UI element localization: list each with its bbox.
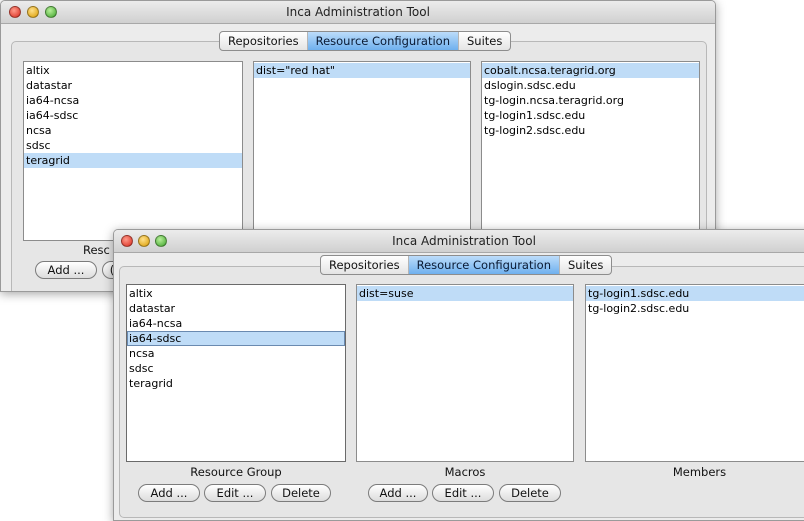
resource-group-item[interactable]: ia64-sdsc xyxy=(127,331,345,346)
tab-resource-configuration[interactable]: Resource Configuration xyxy=(307,32,459,50)
resource-group-list[interactable]: altix datastar ia64-ncsa ia64-sdsc ncsa sdsc t… xyxy=(126,284,346,462)
macro-item[interactable]: dist="red hat" xyxy=(254,63,470,78)
resource-group-item[interactable]: ncsa xyxy=(127,346,345,361)
tab-resource-configuration[interactable]: Resource Configuration xyxy=(408,256,560,274)
members-caption: Members xyxy=(672,465,727,479)
member-item[interactable]: tg-login2.sdsc.edu xyxy=(586,301,804,316)
macros-caption: Macros xyxy=(444,465,486,479)
tab-bar: Repositories Resource Configuration Suit… xyxy=(320,255,613,275)
resource-group-item[interactable]: ia64-ncsa xyxy=(24,93,242,108)
back-titlebar[interactable]: Inca Administration Tool xyxy=(1,1,715,24)
resource-group-list[interactable]: altix datastar ia64-ncsa ia64-sdsc ncsa sdsc t… xyxy=(23,61,243,241)
member-item[interactable]: tg-login.ncsa.teragrid.org xyxy=(482,93,699,108)
resource-group-caption: Resource Group xyxy=(190,465,282,479)
tab-suites[interactable]: Suites xyxy=(459,32,510,50)
resource-group-item[interactable]: sdsc xyxy=(24,138,242,153)
window-title: Inca Administration Tool xyxy=(392,234,536,248)
macro-item[interactable]: dist=suse xyxy=(357,286,573,301)
tab-bar: Repositories Resource Configuration Suit… xyxy=(219,31,512,51)
resource-group-item[interactable]: altix xyxy=(127,286,345,301)
resource-group-item[interactable]: ia64-sdsc xyxy=(24,108,242,123)
resource-group-item[interactable]: altix xyxy=(24,63,242,78)
tab-suites[interactable]: Suites xyxy=(560,256,611,274)
front-titlebar[interactable]: Inca Administration Tool xyxy=(114,230,804,253)
tab-repositories[interactable]: Repositories xyxy=(321,256,409,274)
member-item[interactable]: tg-login1.sdsc.edu xyxy=(586,286,804,301)
member-item[interactable]: tg-login1.sdsc.edu xyxy=(482,108,699,123)
resource-group-item[interactable]: ia64-ncsa xyxy=(127,316,345,331)
macro-list[interactable]: dist=suse xyxy=(356,284,574,462)
member-item[interactable]: tg-login2.sdsc.edu xyxy=(482,123,699,138)
resource-group-item[interactable]: ncsa xyxy=(24,123,242,138)
resource-group-item[interactable]: sdsc xyxy=(127,361,345,376)
delete-group-button[interactable]: Delete xyxy=(271,484,331,502)
member-list[interactable]: tg-login1.sdsc.edu tg-login2.sdsc.edu xyxy=(585,284,804,462)
member-item[interactable]: dslogin.sdsc.edu xyxy=(482,78,699,93)
add-macro-button[interactable]: Add ... xyxy=(368,484,428,502)
edit-macro-button[interactable]: Edit ... xyxy=(432,484,494,502)
member-item[interactable]: cobalt.ncsa.teragrid.org xyxy=(482,63,699,78)
macro-list[interactable]: dist="red hat" xyxy=(253,61,471,241)
resource-group-item[interactable]: datastar xyxy=(127,301,345,316)
resource-group-item[interactable]: teragrid xyxy=(127,376,345,391)
window-title: Inca Administration Tool xyxy=(286,5,430,19)
add-group-button[interactable]: Add ... xyxy=(35,261,97,279)
member-list[interactable]: cobalt.ncsa.teragrid.org dslogin.sdsc.edu… xyxy=(481,61,700,241)
resource-group-item[interactable]: datastar xyxy=(24,78,242,93)
add-group-button[interactable]: Add ... xyxy=(138,484,200,502)
resource-group-item[interactable]: teragrid xyxy=(24,153,242,168)
front-window: Inca Administration Tool Repositories Re… xyxy=(113,229,804,521)
tab-repositories[interactable]: Repositories xyxy=(220,32,308,50)
delete-macro-button[interactable]: Delete xyxy=(499,484,561,502)
edit-group-button[interactable]: Edit ... xyxy=(204,484,266,502)
